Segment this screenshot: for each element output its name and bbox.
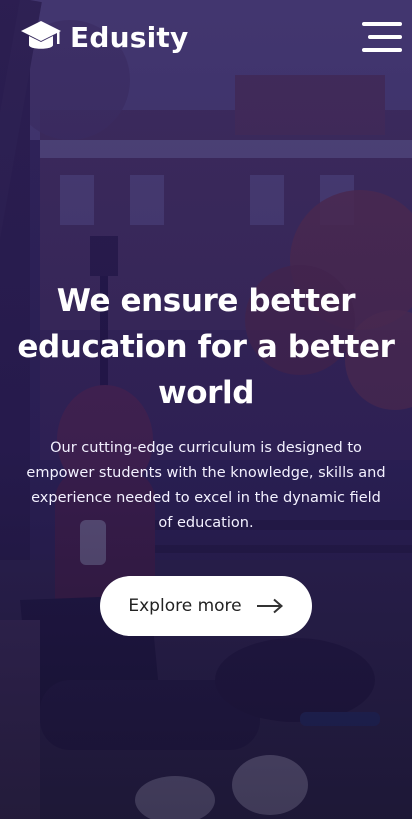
explore-more-button[interactable]: Explore more [100, 576, 312, 636]
explore-more-label: Explore more [128, 596, 242, 616]
menu-line-top [362, 22, 402, 26]
arrow-right-icon [256, 598, 283, 614]
navbar: Edusity [0, 0, 412, 74]
brand-name: Edusity [70, 20, 189, 54]
hero-headline: We ensure better education for a better … [17, 283, 395, 411]
hero-description: Our cutting-edge curriculum is designed … [26, 440, 386, 531]
graduation-cap-icon [21, 21, 61, 49]
menu-line-bottom [362, 48, 402, 52]
hamburger-menu-icon[interactable] [362, 20, 402, 54]
hero-content: We ensure better education for a better … [0, 278, 412, 636]
brand-logo[interactable]: Edusity [20, 19, 188, 55]
menu-line-middle [368, 35, 402, 39]
